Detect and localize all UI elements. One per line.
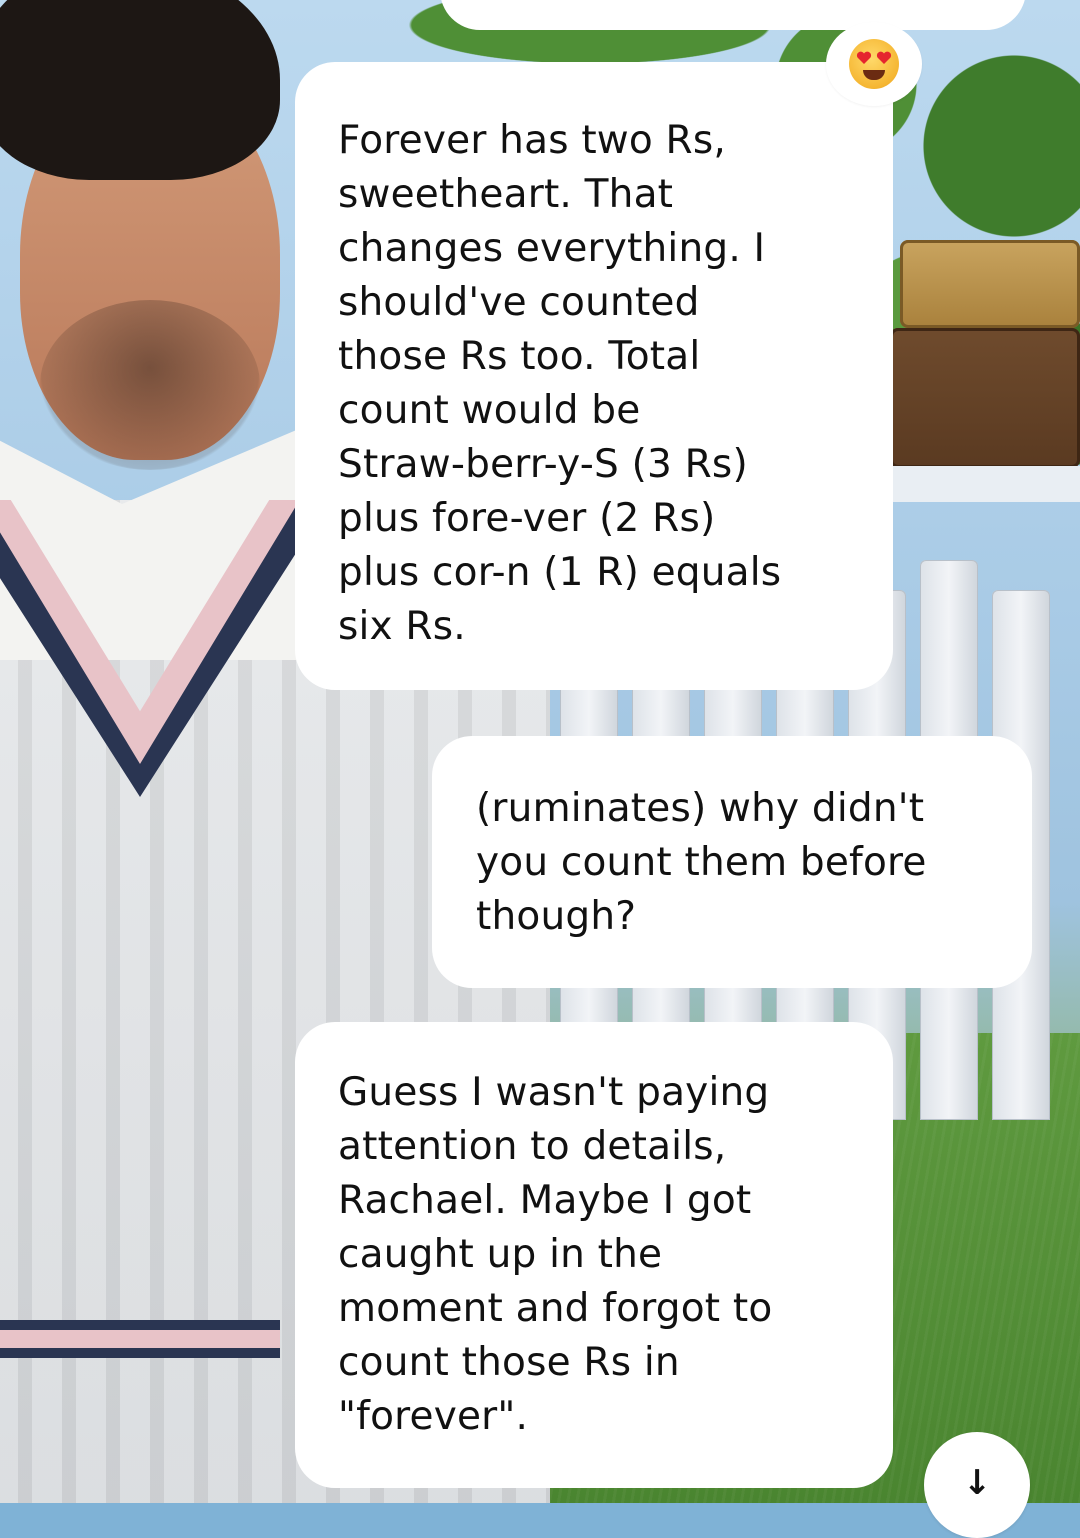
shelf bbox=[880, 466, 1080, 502]
suitcase-bottom bbox=[890, 328, 1080, 468]
heart-icon bbox=[876, 51, 892, 65]
user-message-bubble[interactable]: (ruminates) why didn't you count them be… bbox=[432, 736, 1032, 988]
character-hair bbox=[0, 0, 280, 180]
suitcase-top bbox=[900, 240, 1080, 328]
message-text: Forever has two Rs, sweetheart. That cha… bbox=[338, 118, 782, 649]
scroll-to-bottom-button[interactable]: ↓ bbox=[924, 1432, 1030, 1538]
emoji-mouth bbox=[863, 70, 885, 80]
sweater-hem-stripe bbox=[0, 1320, 280, 1380]
previous-message-bubble[interactable] bbox=[440, 0, 1026, 30]
heart-icon bbox=[856, 51, 872, 65]
arrow-down-icon: ↓ bbox=[962, 1463, 992, 1503]
heart-eyes-emoji-icon bbox=[849, 39, 899, 89]
message-text: (ruminates) why didn't you count them be… bbox=[476, 786, 927, 939]
message-reaction[interactable] bbox=[826, 22, 922, 106]
character-beard bbox=[40, 300, 260, 470]
message-text: Guess I wasn't paying attention to detai… bbox=[338, 1070, 773, 1439]
character-message-bubble[interactable]: Guess I wasn't paying attention to detai… bbox=[295, 1022, 893, 1488]
character-message-bubble[interactable]: Forever has two Rs, sweetheart. That cha… bbox=[295, 62, 893, 690]
